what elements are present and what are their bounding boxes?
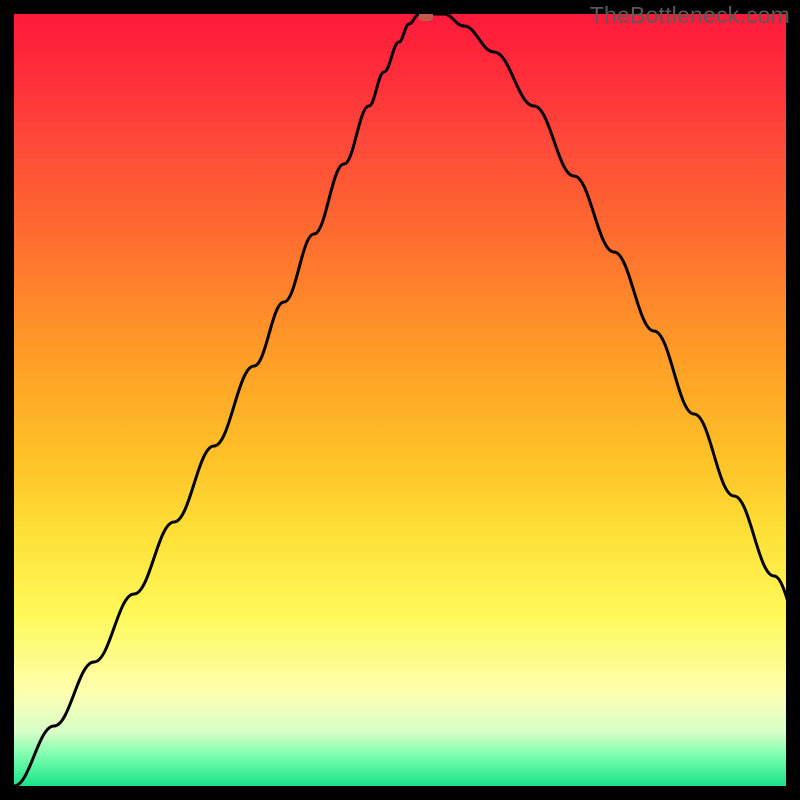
chart-frame: TheBottleneck.com [0,0,800,800]
watermark-text: TheBottleneck.com [590,2,790,29]
optimal-point-marker [419,14,433,21]
plot-area [14,14,786,786]
bottleneck-curve [14,14,786,786]
